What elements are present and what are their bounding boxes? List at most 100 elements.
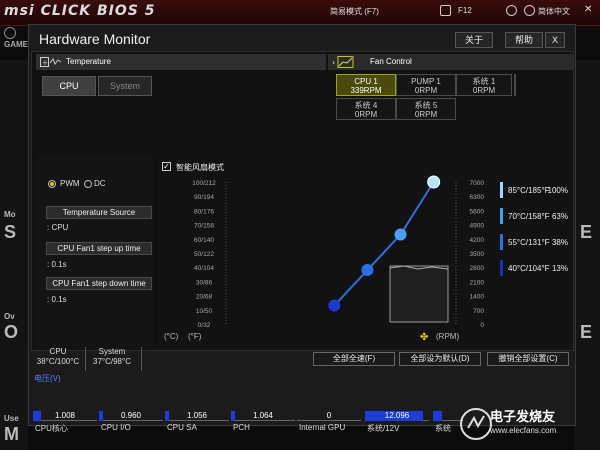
right-tick-label: 7000: [470, 180, 485, 187]
fan-system-1[interactable]: 系统 1 0RPM: [456, 74, 512, 96]
bg-text-s: S: [4, 222, 17, 242]
voltage-label: CPU核心: [35, 424, 68, 433]
right-tick-label: 2100: [470, 279, 485, 286]
language-selector[interactable]: 简体中文: [538, 6, 570, 17]
voltage-label: Internal GPU: [299, 423, 346, 432]
right-tick-label: 5600: [470, 208, 485, 215]
bg-text-use: Use: [4, 414, 19, 423]
step-down-time-button[interactable]: CPU Fan1 step down time: [46, 277, 152, 290]
left-tick-label: 40/104: [194, 265, 214, 272]
legend-swatch: [500, 260, 503, 276]
watermark-text: 电子发烧友: [490, 409, 556, 424]
voltage-value: 1.008: [54, 411, 76, 420]
game-boost-dial-icon[interactable]: [4, 27, 16, 39]
fan-curve-chart[interactable]: 100/212 90/194 80/176 70/158 60/140 50/122 40/…: [156, 156, 572, 350]
left-tick-label: 80/176: [194, 208, 214, 215]
temperature-header: + Temperature: [36, 54, 326, 70]
tab-system[interactable]: System: [98, 76, 152, 96]
background-left-panel: Mo S Ov O Use M: [0, 60, 28, 450]
fan-system-4[interactable]: 系统 4 0RPM: [336, 98, 396, 120]
voltage-value: 12.096: [384, 411, 410, 420]
voltage-value: 0: [326, 411, 332, 420]
voltage-label: 系统/12V: [367, 424, 400, 433]
voltage-label: CPU I/O: [101, 423, 131, 432]
legend-temp: 70°C/158°F: [508, 212, 550, 221]
tab-cpu[interactable]: CPU: [42, 76, 96, 96]
left-tick-label: 70/158: [194, 223, 214, 230]
fan-rpm: 339RPM: [350, 86, 382, 95]
f12-label[interactable]: F12: [458, 6, 472, 15]
right-tick-label: 2800: [470, 265, 485, 272]
live-status-box: [389, 265, 449, 323]
voltage-value: 0.960: [120, 411, 142, 420]
all-set-default-button[interactable]: 全部设为默认(D): [399, 352, 481, 366]
temperature-graph-icon: +: [40, 57, 62, 67]
right-tick-label: 4200: [470, 237, 485, 244]
left-tick-label: 0/32: [198, 322, 211, 329]
step-up-time-value: : 0.1s: [47, 260, 67, 269]
left-tick-label: 100/212: [192, 180, 216, 187]
step-down-time-value: : 0.1s: [47, 295, 67, 304]
fan-name: 系统 4: [354, 101, 378, 110]
voltage-bar-fill: [433, 411, 442, 421]
help-button[interactable]: 帮助: [505, 32, 543, 48]
right-tick-label: 6300: [470, 194, 485, 201]
system-temp-value: 37°C/98°C: [93, 357, 131, 366]
fan-control-header: › Fan Control: [328, 54, 573, 70]
right-tick-label: 4900: [470, 223, 485, 230]
fan-cpu-1[interactable]: CPU 1 339RPM: [336, 74, 396, 96]
fan-pump-1[interactable]: PUMP 1 0RPM: [396, 74, 456, 96]
left-tick-label: 90/194: [194, 194, 214, 201]
voltage-label: 系统: [435, 424, 451, 433]
legend-swatch: [500, 182, 503, 198]
dc-radio[interactable]: [84, 180, 92, 188]
cpu-temp-label: CPU: [49, 347, 67, 356]
right-tick-label: 700: [473, 308, 484, 315]
fan-control-header-label: Fan Control: [370, 57, 412, 66]
voltage-header: 电压(V): [34, 374, 61, 383]
voltage-bar: 1.064: [231, 411, 295, 421]
temperature-source-button[interactable]: Temperature Source: [46, 206, 152, 219]
dc-label: DC: [94, 179, 106, 188]
screenshot-icon[interactable]: [440, 5, 451, 16]
fan-rpm: 0RPM: [414, 110, 438, 119]
monitor-panel: + Temperature CPU System › Fan Control C…: [31, 51, 574, 351]
left-tick-label: 20/68: [196, 294, 213, 301]
fan-curve-point: [361, 264, 374, 277]
legend-temp: 85°C/185°F: [508, 186, 550, 195]
legend-temp: 40°C/104°F: [508, 264, 550, 273]
bg-text-mo: Mo: [4, 210, 16, 219]
voltage-bar: 1.056: [165, 411, 229, 421]
svg-text:›: ›: [332, 58, 335, 67]
about-button[interactable]: 关于: [455, 32, 493, 48]
all-full-speed-button[interactable]: 全部全速(F): [313, 352, 395, 366]
bg-text-e1: E: [580, 222, 593, 242]
exit-icon[interactable]: ✕: [584, 4, 592, 15]
fan-icon: ✤: [420, 332, 428, 343]
temperature-header-label: Temperature: [66, 57, 111, 66]
voltage-bar: 0: [297, 411, 361, 421]
cpu-temp-value: 38°C/100°C: [36, 357, 80, 366]
bg-text-ov: Ov: [4, 312, 15, 321]
voltage-value: 1.064: [252, 411, 274, 420]
fan-rpm: 0RPM: [354, 110, 378, 119]
legend-swatch: [500, 234, 503, 250]
bios-top-bar: msi CLICK BIOS 5 简易模式 (F7) F12 简体中文 ✕: [0, 0, 600, 26]
fan-curve-point: [328, 299, 341, 312]
language-globe-icon[interactable]: [524, 5, 535, 16]
bg-text-m: M: [4, 424, 19, 444]
search-icon[interactable]: [506, 5, 517, 16]
close-button[interactable]: X: [545, 32, 565, 48]
fan-system-5[interactable]: 系统 5 0RPM: [396, 98, 456, 120]
temperature-source-value: : CPU: [47, 223, 69, 232]
pwm-radio[interactable]: [48, 180, 56, 188]
voltage-label: CPU SA: [167, 423, 197, 432]
fan-rpm: 0RPM: [414, 86, 438, 95]
step-up-time-button[interactable]: CPU Fan1 step up time: [46, 242, 152, 255]
easy-mode-button[interactable]: 简易模式 (F7): [330, 6, 379, 17]
voltage-bar: 12.096: [365, 411, 429, 421]
fan-control-graph-icon: ›: [332, 56, 354, 68]
voltage-bar: 1.008: [33, 411, 97, 421]
svg-text:+: +: [42, 59, 48, 67]
cancel-all-button[interactable]: 撤销全部设置(C): [487, 352, 569, 366]
